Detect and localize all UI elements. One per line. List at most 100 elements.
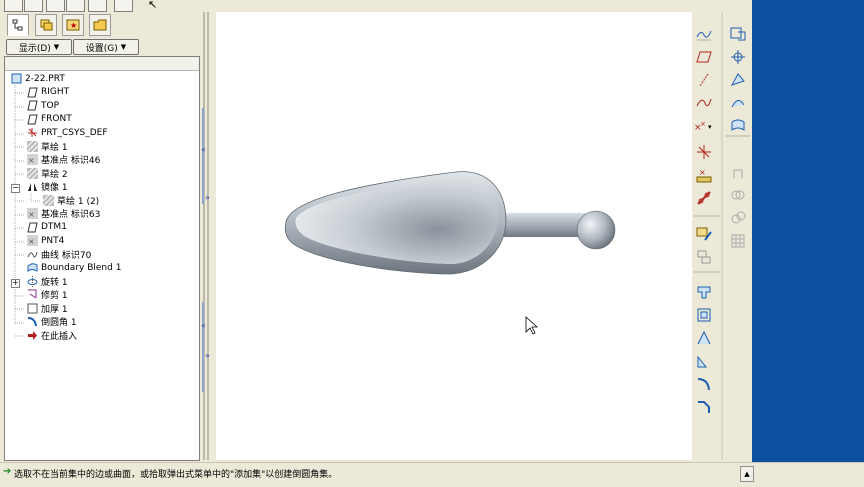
folder-icon xyxy=(93,19,107,31)
csys-icon[interactable] xyxy=(694,142,714,162)
expand-mirror-toggle[interactable]: − xyxy=(11,184,20,193)
datum-point-icon: × xyxy=(27,208,38,219)
tree-item-label: PRT_CSYS_DEF xyxy=(41,127,108,138)
tree-item[interactable]: 草绘 2 xyxy=(27,167,68,180)
sweep-icon[interactable] xyxy=(728,70,748,90)
tree-item-label: 修剪 1 xyxy=(41,291,68,301)
tree-item-label: 旋转 1 xyxy=(41,277,68,288)
splitter-grip: « » « » xyxy=(201,12,210,460)
graphics-viewport[interactable] xyxy=(216,12,692,460)
chevron-down-icon: ▼ xyxy=(120,43,127,51)
status-message: 选取不在当前集中的边或曲面，或拾取弹出式菜单中的"添加集"以创建倒圆角集。 xyxy=(14,470,338,480)
plane-tool-icon[interactable] xyxy=(728,24,748,44)
chain-icon[interactable] xyxy=(694,188,714,208)
svg-text:«: « xyxy=(201,321,206,330)
tree-item-label: 草绘 1 xyxy=(41,142,68,153)
tab-icon-5[interactable] xyxy=(88,0,107,12)
tree-item[interactable]: 曲线 标识70 xyxy=(27,248,91,261)
extrude-surface-icon[interactable] xyxy=(694,282,714,302)
tree-item[interactable]: × PNT4 xyxy=(27,234,64,247)
settings-menu-label: 设置(G) xyxy=(85,43,118,54)
tree-item-label: DTM1 xyxy=(41,222,67,232)
svg-text:▾: ▾ xyxy=(708,123,712,131)
scroll-up-button[interactable]: ▲ xyxy=(740,466,754,482)
tree-item[interactable]: 2-22.PRT xyxy=(11,72,65,85)
chamfer-icon[interactable] xyxy=(694,397,714,417)
datum-point-icon[interactable]: × × ▾ xyxy=(694,116,714,136)
model-tree-tab[interactable] xyxy=(7,14,29,36)
tree-item-label: 基准点 标识63 xyxy=(41,210,101,220)
tree-item-label: 在此插入 xyxy=(41,331,78,342)
axis-tool-icon[interactable] xyxy=(728,47,748,67)
folder-tab[interactable] xyxy=(89,14,111,36)
tree-item[interactable]: 镜像 1 xyxy=(27,180,68,193)
model-render xyxy=(284,171,616,335)
model-tree-icon xyxy=(12,19,23,31)
tree-item[interactable]: 在此插入 xyxy=(27,329,77,342)
chevron-down-icon: ▼ xyxy=(53,43,60,51)
tree-item[interactable]: 倒圆角 1 xyxy=(27,315,77,328)
tree-item-label: 倒圆角 1 xyxy=(41,318,77,328)
desktop-background xyxy=(752,0,864,486)
tree-item-label: 基准点 标识46 xyxy=(41,156,101,166)
datum-axis-icon[interactable] xyxy=(694,70,714,90)
sketch-datum-icon[interactable] xyxy=(694,24,714,44)
layer-icon xyxy=(40,19,53,31)
tab-icon-2[interactable] xyxy=(24,0,43,12)
handle-knob xyxy=(576,210,616,250)
boundary-icon[interactable] xyxy=(728,116,748,136)
sketch-icon xyxy=(43,194,54,206)
mirror-icon xyxy=(27,181,38,192)
tree-item[interactable]: 修剪 1 xyxy=(27,288,68,301)
tree-item-label: 草绘 2 xyxy=(41,169,68,180)
tree-item[interactable]: 草绘 1 (2) xyxy=(43,194,99,207)
trim-icon xyxy=(27,289,38,300)
tree-item-label: Boundary Blend 1 xyxy=(41,262,122,273)
scoop-handle xyxy=(492,213,588,237)
tab-icon-1[interactable] xyxy=(4,0,23,12)
tab-icon-6[interactable] xyxy=(114,0,133,12)
csys-icon xyxy=(27,127,38,138)
revolve-icon xyxy=(27,275,38,287)
tree-item[interactable]: 旋转 1 xyxy=(27,275,68,288)
datum-plane-icon xyxy=(27,100,38,111)
svg-text:×: × xyxy=(28,156,35,165)
tree-item[interactable]: TOP xyxy=(27,99,59,112)
rib-icon[interactable] xyxy=(694,351,714,371)
draft-icon[interactable] xyxy=(694,328,714,348)
panel-splitter[interactable]: « » « » xyxy=(200,12,212,460)
tree-item[interactable]: 加厚 1 xyxy=(27,302,68,315)
tree-item[interactable]: FRONT xyxy=(27,113,72,126)
shell-icon[interactable] xyxy=(694,305,714,325)
layer-tab[interactable] xyxy=(35,14,57,36)
datum-plane-icon xyxy=(27,222,38,233)
mouse-cursor-icon xyxy=(525,316,539,335)
tree-item[interactable]: DTM1 xyxy=(27,221,67,234)
datum-plane-icon[interactable] xyxy=(694,47,714,67)
svg-text:»: » xyxy=(205,193,210,202)
favorites-tab[interactable]: ★ xyxy=(62,14,84,36)
tree-item-label: RIGHT xyxy=(41,87,70,97)
tree-item[interactable]: RIGHT xyxy=(27,86,69,99)
display-menu-button[interactable]: 显示(D) ▼ xyxy=(6,39,72,55)
feature-toolbar: × × ▾ × xyxy=(692,12,752,460)
settings-menu-button[interactable]: 设置(G) ▼ xyxy=(73,39,139,55)
tree-item[interactable]: × 基准点 标识63 xyxy=(27,207,100,220)
tree-item[interactable]: × 基准点 标识46 xyxy=(27,153,100,166)
expand-revolve-toggle[interactable]: + xyxy=(11,279,20,288)
tab-icon-3[interactable] xyxy=(46,0,65,12)
tree-item[interactable]: Boundary Blend 1 xyxy=(27,261,121,274)
sketch-icon xyxy=(27,167,38,179)
round-icon[interactable] xyxy=(694,374,714,394)
tree-item-label: 曲线 标识70 xyxy=(41,250,92,261)
svg-text:×: × xyxy=(28,210,35,219)
datum-curve-icon[interactable] xyxy=(694,93,714,113)
edit-ref-icon[interactable] xyxy=(694,224,714,244)
tab-icon-4[interactable] xyxy=(66,0,85,12)
tree-item-label: 草绘 1 (2) xyxy=(57,196,100,207)
sketch-icon xyxy=(27,140,38,152)
tree-item[interactable]: PRT_CSYS_DEF xyxy=(27,126,108,139)
analysis-icon[interactable]: × xyxy=(694,165,714,185)
tree-item[interactable]: 草绘 1 xyxy=(27,140,68,153)
blend-icon[interactable] xyxy=(728,93,748,113)
